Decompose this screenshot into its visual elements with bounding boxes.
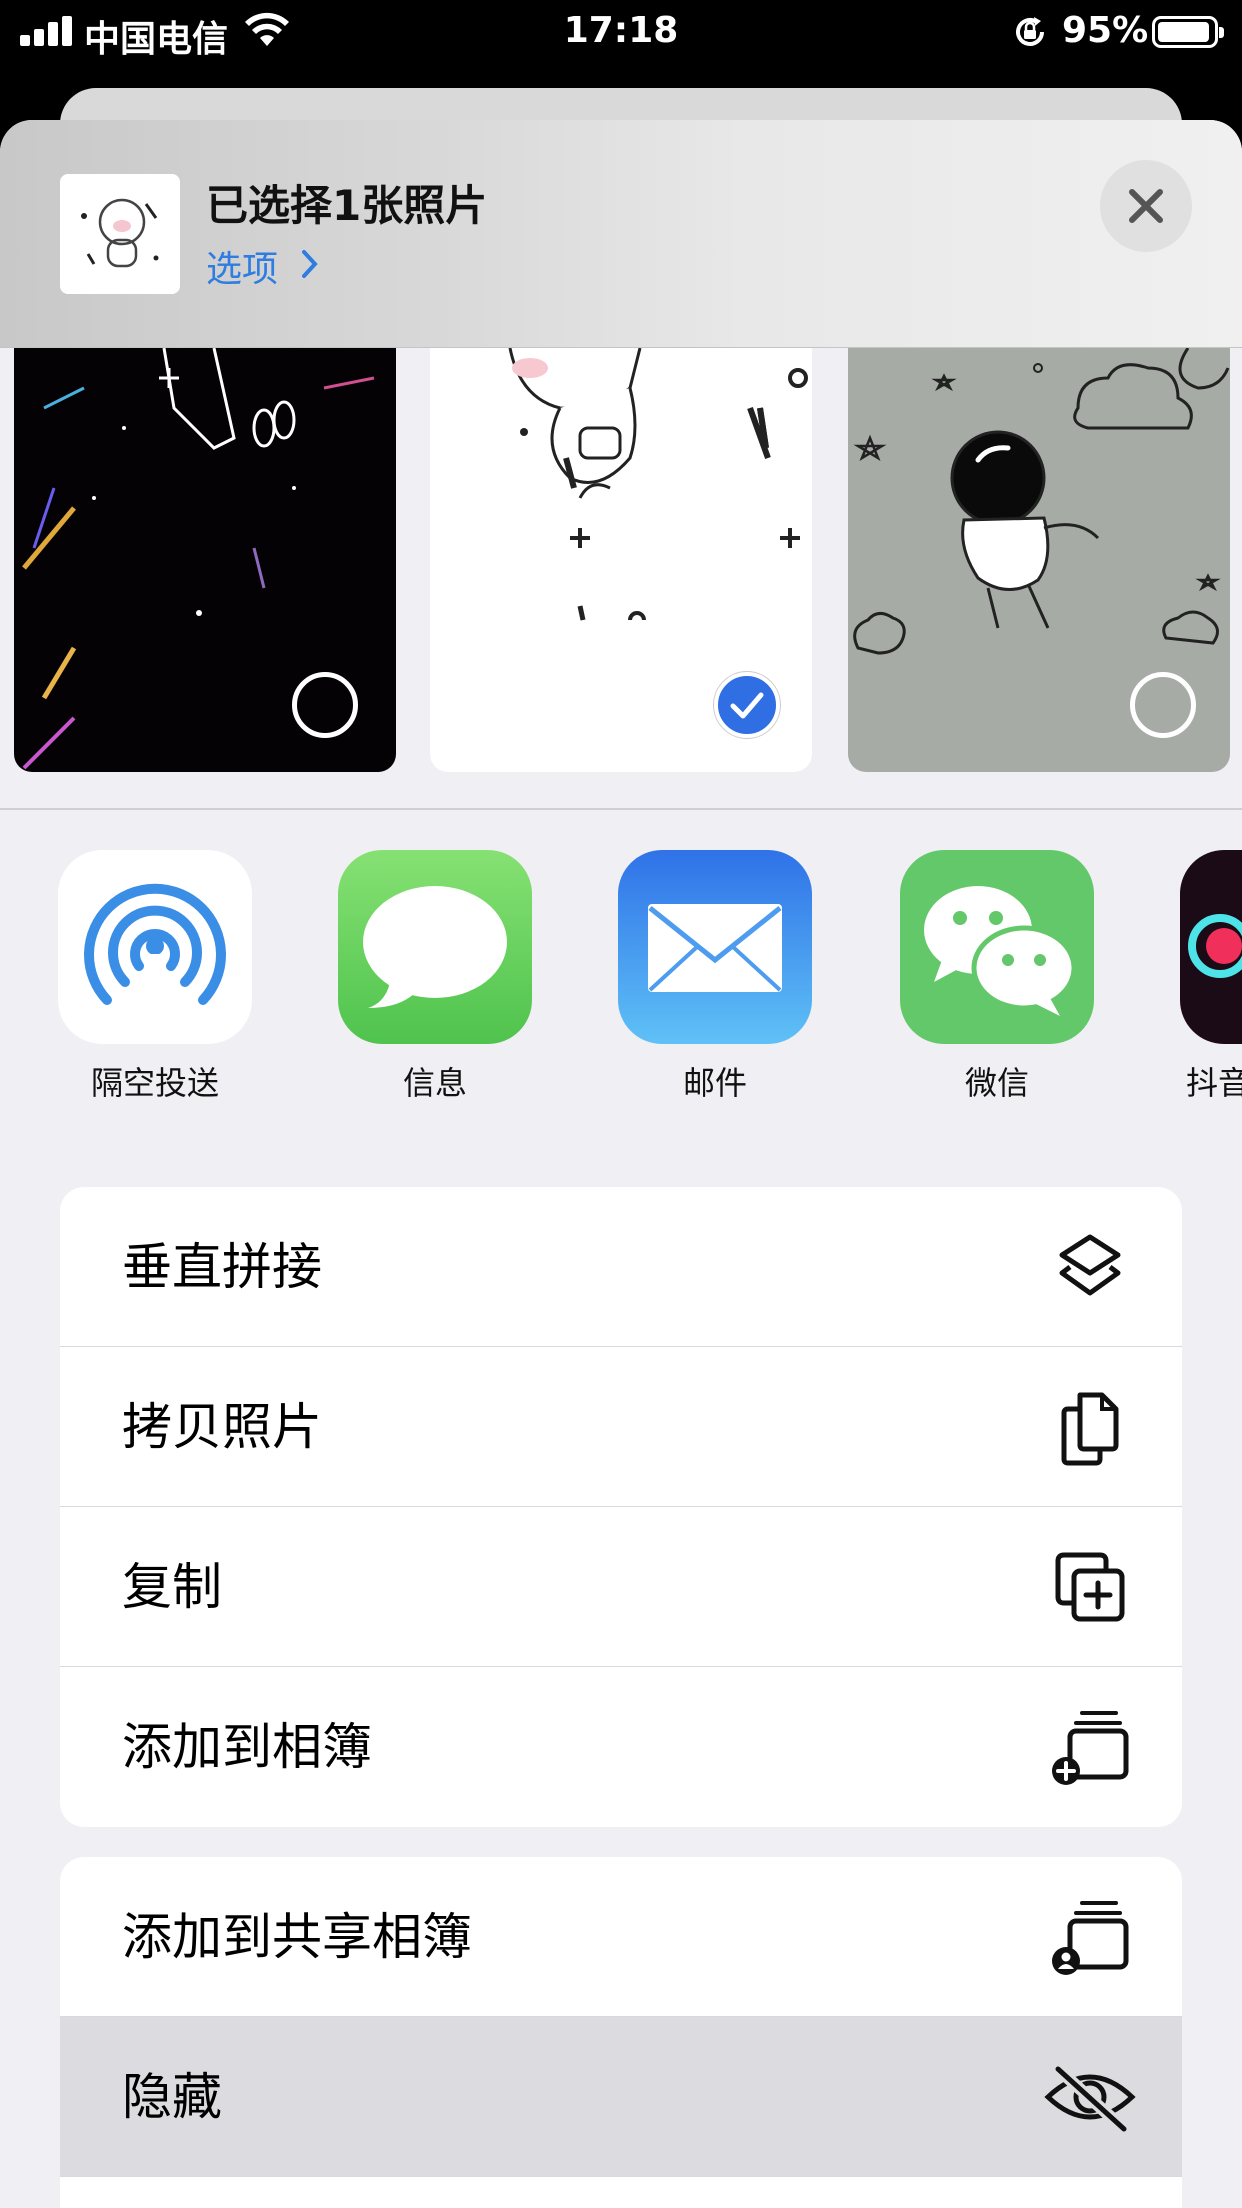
photo-selected-check[interactable] — [714, 672, 780, 738]
messages-icon[interactable] — [338, 850, 532, 1044]
app-wechat[interactable]: 微信 — [900, 850, 1094, 1104]
photo-select-circle[interactable] — [292, 672, 358, 738]
section-divider — [0, 808, 1242, 810]
action-label: 添加到相簿 — [122, 1718, 372, 1776]
douyin-icon[interactable] — [1180, 850, 1242, 1044]
action-hide[interactable]: 隐藏 — [60, 2017, 1182, 2177]
action-duplicate[interactable]: 复制 — [60, 1507, 1182, 1667]
action-label: 添加到共享相簿 — [122, 1908, 472, 1966]
selection-title: 已选择1张照片 — [206, 181, 488, 230]
app-mail[interactable]: 邮件 — [618, 850, 812, 1104]
app-label: 抖音 — [1186, 1064, 1242, 1102]
share-sheet: 已选择1张照片 选项 隔空投送 信息 邮件 微信 抖音 垂直拼接 拷贝照片 复制… — [0, 120, 1242, 2208]
action-label: 垂直拼接 — [122, 1238, 322, 1296]
selected-photo-thumbnail — [60, 174, 180, 294]
copy-icon — [1061, 1392, 1119, 1466]
photo-strip — [0, 348, 1242, 810]
options-link[interactable]: 选项 — [206, 240, 278, 292]
app-douyin[interactable]: 抖音 — [1180, 850, 1242, 1104]
app-label: 信息 — [402, 1064, 467, 1102]
shared-album-icon — [1052, 1901, 1129, 1975]
close-button[interactable] — [1100, 160, 1192, 252]
chevron-right-icon[interactable] — [300, 248, 320, 280]
shortcuts-icon — [1059, 1234, 1121, 1296]
airdrop-icon[interactable] — [58, 850, 252, 1044]
orientation-lock-icon — [1016, 17, 1044, 46]
action-add-to-album[interactable]: 添加到相簿 — [60, 1667, 1182, 1827]
action-group-primary: 垂直拼接 拷贝照片 复制 添加到相簿 — [60, 1187, 1182, 1827]
status-bar: 中国电信 17:18 95% — [0, 0, 1242, 62]
photo-thumbnail-gray-astronaut[interactable] — [848, 348, 1230, 772]
app-label: 隔空投送 — [90, 1064, 219, 1102]
action-label: 隐藏 — [122, 2068, 222, 2126]
app-messages[interactable]: 信息 — [338, 850, 532, 1104]
photo-thumbnail-dark[interactable] — [14, 348, 396, 772]
action-group-secondary: 添加到共享相簿 隐藏 — [60, 1857, 1182, 2208]
close-icon — [1129, 189, 1163, 223]
app-label: 微信 — [964, 1064, 1029, 1102]
action-label: 复制 — [122, 1558, 222, 1616]
battery-icon — [1152, 16, 1224, 48]
action-next-partial — [60, 2177, 1182, 2208]
hide-icon — [1044, 2064, 1136, 2134]
photo-thumbnail-pig-astronaut[interactable] — [430, 348, 812, 772]
wechat-icon[interactable] — [900, 850, 1094, 1044]
action-vertical-stitch[interactable]: 垂直拼接 — [60, 1187, 1182, 1347]
battery-percent: 95% — [1062, 10, 1149, 51]
action-label: 拷贝照片 — [122, 1398, 322, 1456]
app-label: 邮件 — [682, 1064, 747, 1102]
add-to-album-icon — [1052, 1711, 1129, 1785]
app-airdrop[interactable]: 隔空投送 — [58, 850, 252, 1104]
duplicate-icon — [1055, 1552, 1125, 1622]
action-add-to-shared-album[interactable]: 添加到共享相簿 — [60, 1857, 1182, 2017]
share-header: 已选择1张照片 选项 — [0, 120, 1242, 348]
clock: 17:18 — [563, 10, 679, 51]
photo-select-circle[interactable] — [1130, 672, 1196, 738]
action-copy-photo[interactable]: 拷贝照片 — [60, 1347, 1182, 1507]
checkmark-icon — [730, 692, 764, 719]
mail-icon[interactable] — [618, 850, 812, 1044]
app-share-row: 隔空投送 信息 邮件 微信 抖音 — [0, 850, 1242, 1102]
